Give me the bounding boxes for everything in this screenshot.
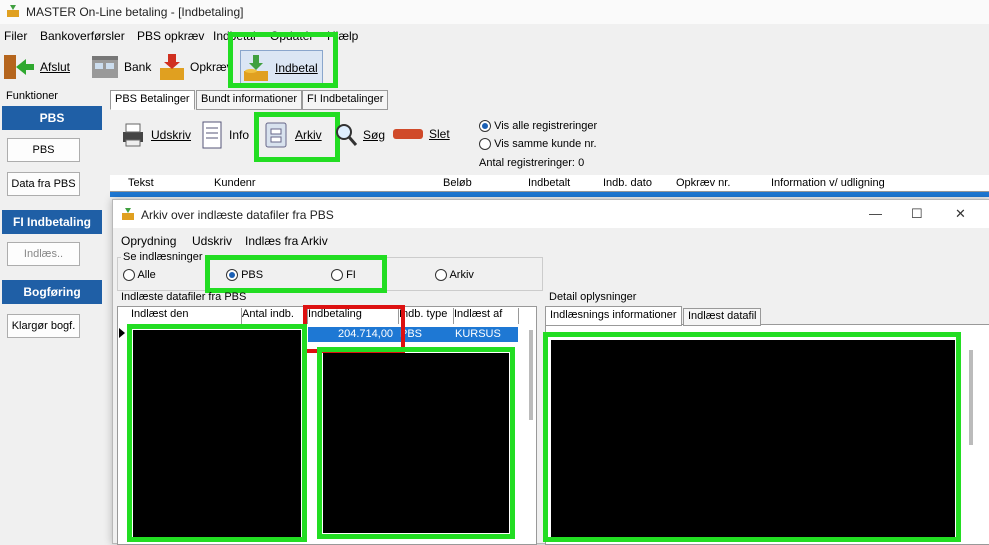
vis-alle-radio[interactable]: Vis alle registreringer (479, 120, 597, 133)
highlight-pbs-fi-radios (205, 255, 387, 293)
cell-indlaest-af: KURSUS (455, 328, 501, 340)
tab-indlaesnings-informationer[interactable]: Indlæsnings informationer (545, 306, 682, 326)
highlight-redacted-detail (543, 332, 961, 542)
radio-unselected (479, 138, 491, 151)
col-indb-type[interactable]: Indb. type (399, 308, 454, 324)
detail-label: Detail oplysninger (549, 291, 637, 303)
app-icon (7, 5, 19, 17)
vis-samme-radio[interactable]: Vis samme kunde nr. (479, 138, 597, 151)
col-kundenr[interactable]: Kundenr (214, 177, 256, 189)
maximize-icon[interactable]: ☐ (911, 206, 923, 222)
dialog-app-icon (122, 208, 134, 220)
menu-bankoverforsler[interactable]: Bankoverførsler (40, 29, 125, 43)
col-antal-indb[interactable]: Antal indb. (242, 308, 308, 324)
opkraev-icon (160, 54, 184, 80)
pbs-group-header: PBS (2, 106, 102, 130)
menu-udskriv[interactable]: Udskriv (192, 234, 232, 248)
fi-group-header: FI Indbetaling (2, 210, 102, 234)
functions-panel: Funktioner PBS PBS Data fra PBS FI Indbe… (0, 88, 106, 542)
main-toolbar: Afslut Bank Opkræv Indbetal (0, 46, 989, 88)
menu-oprydning[interactable]: Oprydning (121, 234, 176, 248)
menu-filer[interactable]: Filer (4, 29, 27, 43)
functions-heading: Funktioner (6, 90, 58, 102)
menu-bar: Filer Bankoverførsler PBS opkræv Indbeta… (0, 26, 989, 46)
col-indb-dato[interactable]: Indb. dato (603, 177, 652, 189)
col-opkraev-nr[interactable]: Opkræv nr. (676, 177, 730, 189)
close-icon[interactable]: ✕ (955, 206, 966, 222)
window-title: MASTER On-Line betaling - [Indbetaling] (26, 5, 244, 19)
radio-selected (479, 120, 491, 133)
printer-icon (123, 123, 143, 147)
highlight-indbetal (228, 32, 338, 88)
col-tekst[interactable]: Tekst (128, 177, 154, 189)
afslut-button[interactable]: Afslut (2, 50, 70, 84)
tab-fi-indbetalinger[interactable]: FI Indbetalinger (302, 90, 389, 110)
udskriv-button[interactable]: Udskriv (120, 120, 191, 150)
highlight-redacted-values (317, 347, 515, 539)
search-icon (336, 124, 358, 146)
files-scrollbar[interactable] (529, 330, 533, 420)
se-indlaesninger-label: Se indlæsninger (121, 251, 205, 263)
document-icon (202, 121, 222, 149)
title-bar: MASTER On-Line betaling - [Indbetaling] (0, 0, 989, 24)
sog-button[interactable]: Søg (334, 122, 385, 148)
radio-alle[interactable]: Alle (123, 269, 156, 282)
row-pointer-icon (119, 328, 125, 338)
radio-unselected (123, 269, 135, 282)
tab-bundt-informationer[interactable]: Bundt informationer (196, 90, 302, 110)
main-tabs: PBS Betalinger Bundt informationer FI In… (110, 90, 410, 110)
pbs-button[interactable]: PBS (7, 138, 80, 162)
col-belob[interactable]: Beløb (443, 177, 472, 189)
opkraev-button[interactable]: Opkræv (158, 50, 233, 84)
delete-icon (393, 129, 423, 139)
col-indlaest-af[interactable]: Indlæst af (454, 308, 519, 324)
menu-pbs-opkraev[interactable]: PBS opkræv (137, 29, 204, 43)
tab-indlaest-datafil[interactable]: Indlæst datafil (683, 308, 762, 326)
data-fra-pbs-button[interactable]: Data fra PBS (7, 172, 80, 196)
dialog-title-bar: Arkiv over indlæste datafiler fra PBS — … (113, 200, 989, 228)
selected-grid-row (110, 192, 989, 197)
col-information[interactable]: Information v/ udligning (771, 177, 885, 189)
detail-scrollbar[interactable] (969, 350, 973, 445)
klargor-bogf-button[interactable]: Klargør bogf. (7, 314, 80, 338)
dialog-title: Arkiv over indlæste datafiler fra PBS (141, 208, 334, 222)
bank-icon (92, 56, 118, 78)
exit-icon (4, 55, 34, 79)
archive-dialog: Arkiv over indlæste datafiler fra PBS — … (112, 199, 989, 545)
minimize-icon[interactable]: — (869, 206, 882, 221)
antal-registreringer: Antal registreringer: 0 (479, 157, 585, 169)
col-indbetalt[interactable]: Indbetalt (528, 177, 570, 189)
files-list-label: Indlæste datafiler fra PBS (121, 291, 247, 303)
slet-button[interactable]: Slet (392, 126, 450, 142)
menu-indlaes-fra-arkiv[interactable]: Indlæs fra Arkiv (245, 234, 328, 248)
highlight-redacted-dates (127, 324, 307, 542)
payments-grid-header: Tekst Kundenr Beløb Indbetalt Indb. dato… (110, 175, 989, 192)
highlight-indbetaling-column (303, 305, 405, 353)
highlight-arkiv (254, 112, 340, 162)
bank-button[interactable]: Bank (90, 50, 151, 84)
radio-arkiv[interactable]: Arkiv (435, 269, 474, 282)
tab-pbs-betalinger[interactable]: PBS Betalinger (110, 90, 195, 110)
indlaes-button[interactable]: Indlæs.. (7, 242, 80, 266)
info-button[interactable]: Info (200, 120, 249, 150)
bogforing-group-header: Bogføring (2, 280, 102, 304)
radio-unselected (435, 269, 447, 282)
col-indlaest-den[interactable]: Indlæst den (131, 308, 242, 324)
